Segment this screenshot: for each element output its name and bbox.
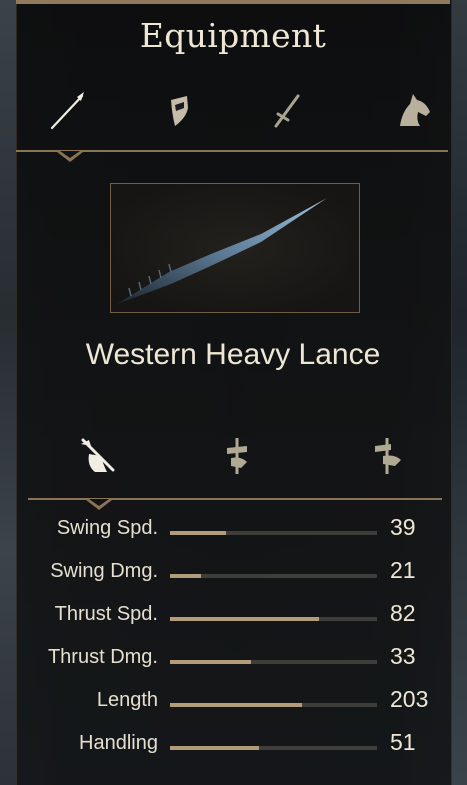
item-preview bbox=[110, 183, 360, 313]
stat-value: 33 bbox=[390, 643, 416, 669]
weapon-usage-modes bbox=[16, 430, 450, 486]
horse-head-icon bbox=[400, 94, 430, 126]
stat-bar-fill bbox=[170, 617, 320, 621]
two-handed-polearm-icon bbox=[375, 438, 401, 474]
stat-bar bbox=[170, 574, 377, 578]
lance-icon bbox=[50, 92, 84, 130]
stat-bar bbox=[170, 660, 377, 664]
active-mode-indicator-inner bbox=[89, 499, 109, 506]
stat-value: 203 bbox=[390, 686, 429, 712]
active-tab-indicator-inner bbox=[60, 151, 80, 158]
panel-title: Equipment bbox=[139, 16, 327, 55]
background-right bbox=[451, 0, 467, 785]
stat-row-handling: Handling 51 bbox=[16, 727, 450, 763]
mode-two-handed-polearm[interactable] bbox=[362, 430, 412, 480]
mode-one-handed-polearm[interactable] bbox=[212, 430, 262, 480]
stat-value: 21 bbox=[390, 557, 416, 583]
stat-bar-fill bbox=[170, 660, 251, 664]
stat-bar-fill bbox=[170, 531, 226, 535]
stat-bar bbox=[170, 746, 377, 750]
stat-value: 51 bbox=[390, 729, 416, 755]
tab-shield[interactable] bbox=[149, 80, 209, 140]
stat-label: Thrust Spd. bbox=[54, 603, 158, 625]
sword-icon bbox=[274, 94, 300, 128]
item-name: Western Heavy Lance bbox=[85, 338, 381, 371]
stat-bar bbox=[170, 617, 377, 621]
top-border bbox=[16, 0, 450, 4]
stat-bar-fill bbox=[170, 746, 259, 750]
shield-icon bbox=[171, 96, 188, 126]
stat-label: Length bbox=[96, 689, 158, 711]
stat-bar bbox=[170, 531, 377, 535]
tab-horse[interactable] bbox=[384, 80, 444, 140]
stat-bar-fill bbox=[170, 703, 303, 707]
stat-label: Swing Dmg. bbox=[50, 560, 158, 582]
tab-sword[interactable] bbox=[256, 80, 316, 140]
stat-label: Thrust Dmg. bbox=[47, 646, 158, 668]
stat-row-swing-speed: Swing Spd. 39 bbox=[16, 512, 450, 548]
stat-row-swing-damage: Swing Dmg. 21 bbox=[16, 555, 450, 591]
couched-lance-icon bbox=[81, 438, 115, 472]
mode-couched-lance[interactable] bbox=[72, 430, 122, 480]
tab-lance[interactable] bbox=[38, 80, 98, 140]
background-left bbox=[0, 0, 16, 785]
stat-value: 39 bbox=[390, 514, 416, 540]
stat-row-thrust-damage: Thrust Dmg. 33 bbox=[16, 641, 450, 677]
lance-icon bbox=[117, 198, 327, 304]
stat-bar-fill bbox=[170, 574, 202, 578]
stat-bar bbox=[170, 703, 377, 707]
stat-label: Handling bbox=[79, 732, 158, 754]
stat-value: 82 bbox=[390, 600, 416, 626]
stat-label: Swing Spd. bbox=[56, 517, 158, 539]
equipment-category-tabs bbox=[16, 80, 450, 140]
stat-row-thrust-speed: Thrust Spd. 82 bbox=[16, 598, 450, 634]
stat-row-length: Length 203 bbox=[16, 684, 450, 720]
one-handed-polearm-icon bbox=[227, 438, 247, 474]
